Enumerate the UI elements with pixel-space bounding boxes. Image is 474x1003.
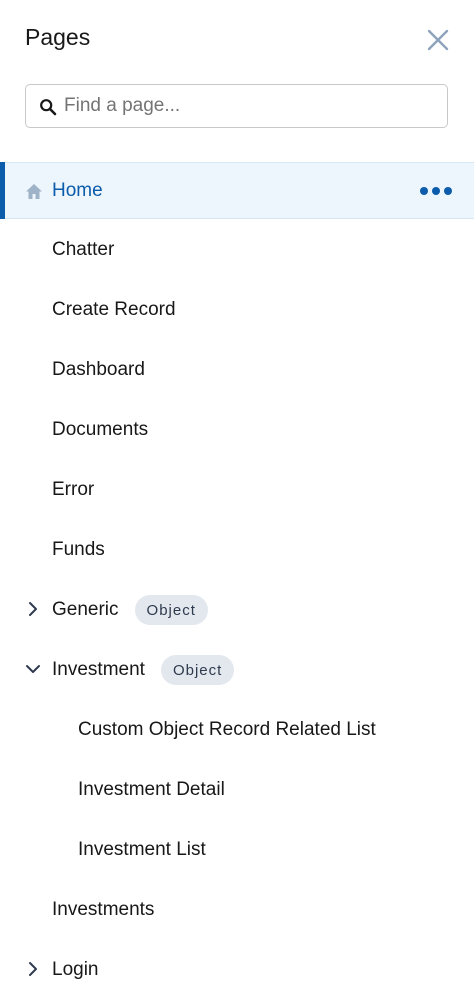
tree-item-home[interactable]: Home	[0, 162, 474, 219]
tree-item-investment-detail[interactable]: Investment Detail	[0, 760, 474, 820]
home-icon	[26, 184, 42, 199]
chevron-down-icon[interactable]	[24, 660, 42, 678]
more-options-dot	[432, 187, 440, 195]
tree-item-label: Error	[52, 479, 95, 500]
tree-item-label: Create Record	[52, 299, 176, 320]
chevron-right-icon[interactable]	[24, 600, 42, 618]
chevron-right-icon[interactable]	[24, 960, 42, 978]
object-badge: Object	[160, 655, 235, 685]
tree-item-custom-object-record-related-list[interactable]: Custom Object Record Related List	[0, 700, 474, 760]
tree-item-create-record[interactable]: Create Record	[0, 280, 474, 340]
tree-item-label: Custom Object Record Related List	[78, 719, 376, 740]
tree-item-label: Investment Detail	[78, 779, 225, 800]
tree-item-documents[interactable]: Documents	[0, 400, 474, 460]
tree-item-label: Login	[52, 959, 99, 980]
pages-panel: Pages Home Chatter	[0, 0, 474, 1003]
tree-item-label: Investment	[52, 659, 145, 680]
tree-item-label: Dashboard	[52, 359, 145, 380]
tree-item-label: Funds	[52, 539, 105, 560]
object-badge: Object	[134, 595, 208, 625]
tree-item-dashboard[interactable]: Dashboard	[0, 340, 474, 400]
tree-item-investments[interactable]: Investments	[0, 880, 474, 940]
search-box	[25, 84, 448, 128]
tree-item-error[interactable]: Error	[0, 460, 474, 520]
tree-item-chatter[interactable]: Chatter	[0, 220, 474, 280]
tree-item-label: Investments	[52, 899, 155, 920]
tree-item-label: Investment List	[78, 839, 206, 860]
close-button[interactable]	[420, 22, 456, 58]
search-input[interactable]	[64, 85, 439, 127]
tree-item-label: Home	[52, 179, 103, 201]
more-options-button[interactable]	[416, 181, 456, 201]
tree-item-label: Generic	[52, 599, 119, 620]
tree-item-label: Documents	[52, 419, 149, 440]
panel-title: Pages	[25, 24, 91, 50]
more-options-dot	[444, 187, 452, 195]
tree-item-label: Chatter	[52, 239, 115, 260]
search-icon	[40, 99, 57, 116]
close-icon	[427, 29, 449, 51]
pages-tree: Home Chatter Create Record Dashboard Doc…	[0, 162, 474, 1000]
tree-item-investment-list[interactable]: Investment List	[0, 820, 474, 880]
tree-item-generic[interactable]: Generic Object	[0, 580, 474, 640]
tree-item-funds[interactable]: Funds	[0, 520, 474, 580]
tree-item-investment[interactable]: Investment Object	[0, 640, 474, 700]
more-options-icon	[420, 187, 428, 195]
tree-item-login[interactable]: Login	[0, 940, 474, 1000]
panel-header: Pages	[0, 0, 474, 72]
